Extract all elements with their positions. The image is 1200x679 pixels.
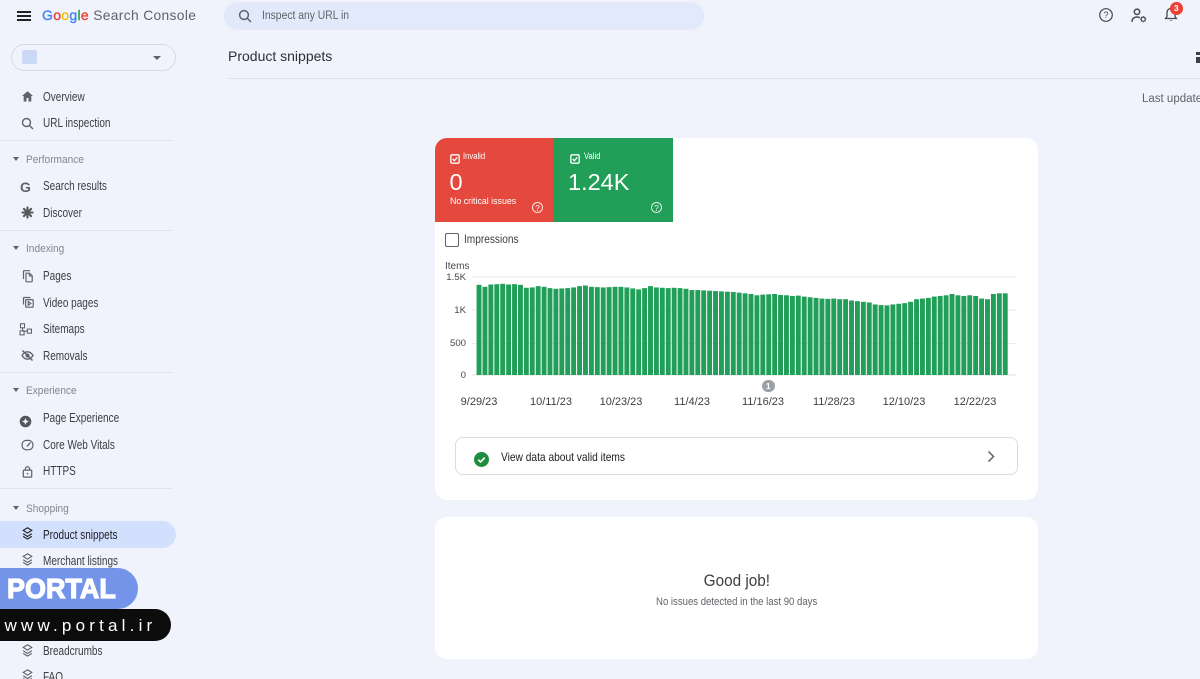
svg-text:?: ? bbox=[1103, 10, 1108, 20]
